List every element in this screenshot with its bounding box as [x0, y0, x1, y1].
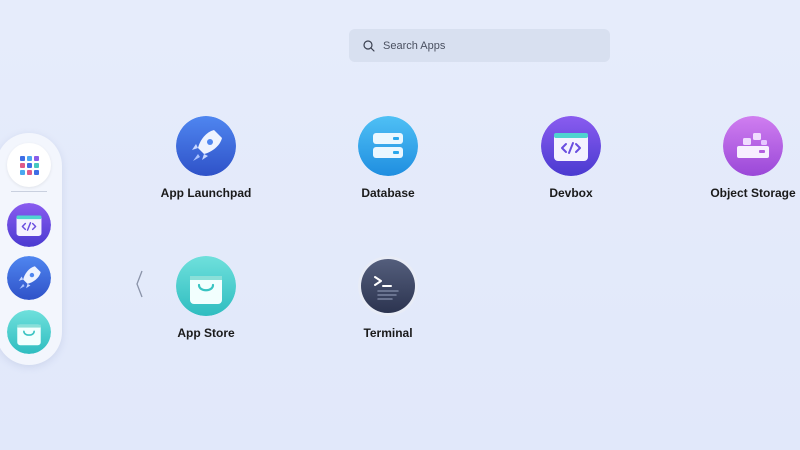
grid-icon — [20, 156, 39, 175]
app-label: Terminal — [363, 326, 413, 340]
app-label: Database — [361, 186, 415, 200]
app-label: Object Storage — [710, 186, 796, 200]
devbox-icon — [7, 203, 51, 247]
dock — [0, 133, 62, 365]
shopping-bag-icon — [7, 310, 51, 354]
search-input[interactable] — [381, 38, 585, 53]
dock-item-devbox[interactable] — [7, 203, 51, 247]
rocket-icon — [7, 256, 51, 300]
app-label: Devbox — [549, 186, 593, 200]
devbox-icon — [541, 116, 601, 176]
object-storage-icon — [723, 116, 783, 176]
rocket-icon — [176, 116, 236, 176]
app-terminal[interactable]: Terminal — [323, 256, 453, 340]
app-devbox[interactable]: Devbox — [506, 116, 636, 200]
terminal-icon — [358, 256, 418, 316]
search-bar[interactable] — [349, 29, 610, 62]
app-label: App Store — [177, 326, 235, 340]
dock-divider — [11, 191, 47, 192]
dock-item-app-store[interactable] — [7, 310, 51, 354]
app-app-store[interactable]: App Store — [141, 256, 271, 340]
app-database[interactable]: Database — [323, 116, 453, 200]
app-object-storage[interactable]: Object Storage — [688, 116, 800, 200]
dock-item-all-apps[interactable] — [7, 143, 51, 187]
shopping-bag-icon — [176, 256, 236, 316]
database-icon — [358, 116, 418, 176]
app-label: App Launchpad — [160, 186, 252, 200]
search-icon — [363, 39, 375, 52]
app-app-launchpad[interactable]: App Launchpad — [141, 116, 271, 200]
dock-item-app-launchpad[interactable] — [7, 256, 51, 300]
